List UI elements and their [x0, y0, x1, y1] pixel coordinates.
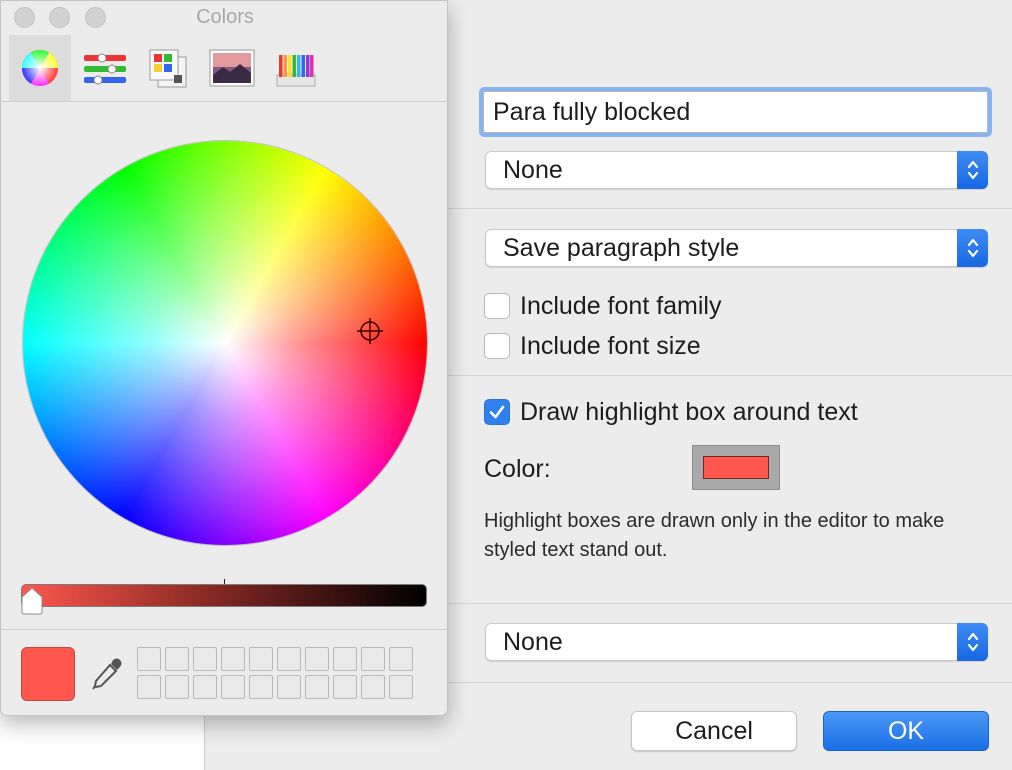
- checkmark-icon: [489, 405, 505, 419]
- custom-swatch-cell[interactable]: [277, 647, 301, 671]
- color-wheel-icon: [21, 49, 59, 87]
- first-popup[interactable]: None: [485, 151, 988, 189]
- custom-swatch-cell[interactable]: [389, 675, 413, 699]
- custom-swatch-cell[interactable]: [389, 647, 413, 671]
- tab-image-palettes[interactable]: [201, 35, 263, 101]
- separator: [448, 603, 1012, 604]
- colors-toolbar: [1, 31, 447, 101]
- help-text: Highlight boxes are drawn only in the ed…: [484, 510, 945, 561]
- separator: [448, 682, 1012, 683]
- custom-swatch-cell[interactable]: [249, 647, 273, 671]
- custom-swatch-cell[interactable]: [193, 647, 217, 671]
- custom-swatch-cell[interactable]: [361, 675, 385, 699]
- pencils-icon: [276, 55, 316, 87]
- custom-swatch-cell[interactable]: [137, 675, 161, 699]
- tab-color-wheel[interactable]: [9, 35, 71, 101]
- last-popup-value: None: [503, 628, 563, 656]
- highlight-color-well[interactable]: [692, 445, 780, 490]
- highlight-color-swatch: [703, 456, 769, 479]
- crosshair-icon[interactable]: [356, 317, 384, 345]
- brightness-slider-knob[interactable]: [20, 587, 44, 615]
- custom-swatch-cell[interactable]: [305, 675, 329, 699]
- first-popup-value: None: [503, 156, 563, 184]
- toolbar-separator: [1, 101, 447, 102]
- draw-highlight-checkbox[interactable]: [484, 399, 510, 425]
- tab-pencils[interactable]: [265, 35, 327, 101]
- brightness-slider[interactable]: [21, 584, 427, 607]
- color-label: Color:: [484, 455, 551, 483]
- panel-title: Colors: [196, 6, 254, 28]
- custom-swatch-cell[interactable]: [165, 647, 189, 671]
- colors-panel: Colors: [0, 0, 448, 716]
- save-style-popup-value: Save paragraph style: [503, 234, 740, 262]
- popup-arrows-icon: [957, 623, 988, 661]
- custom-swatch-cell[interactable]: [361, 647, 385, 671]
- separator: [448, 208, 1012, 209]
- include-font-size-checkbox[interactable]: [484, 333, 510, 359]
- custom-swatch-cell[interactable]: [333, 647, 357, 671]
- include-font-size-row[interactable]: Include font size: [484, 331, 701, 361]
- custom-swatch-cell[interactable]: [221, 647, 245, 671]
- custom-swatch-cell[interactable]: [249, 675, 273, 699]
- custom-swatch-grid: [137, 647, 413, 699]
- tab-color-palettes[interactable]: [136, 35, 198, 101]
- style-name-input[interactable]: [483, 91, 988, 133]
- include-font-family-row[interactable]: Include font family: [484, 291, 722, 321]
- ok-button[interactable]: OK: [823, 711, 989, 751]
- custom-swatch-cell[interactable]: [305, 647, 329, 671]
- last-popup[interactable]: None: [485, 623, 988, 661]
- tab-color-sliders[interactable]: [74, 35, 136, 101]
- draw-highlight-label: Draw highlight box around text: [520, 397, 858, 426]
- draw-highlight-row[interactable]: Draw highlight box around text: [484, 397, 858, 427]
- custom-swatch-cell[interactable]: [221, 675, 245, 699]
- current-color-swatch[interactable]: [21, 647, 75, 701]
- eyedropper-icon[interactable]: [89, 656, 125, 692]
- popup-arrows-icon: [957, 229, 988, 267]
- include-font-family-label: Include font family: [520, 291, 722, 320]
- include-font-family-checkbox[interactable]: [484, 293, 510, 319]
- cancel-button[interactable]: Cancel: [631, 711, 797, 751]
- custom-swatch-cell[interactable]: [137, 647, 161, 671]
- color-palettes-icon: [149, 49, 187, 88]
- include-font-size-label: Include font size: [520, 331, 701, 360]
- custom-swatch-cell[interactable]: [277, 675, 301, 699]
- custom-swatch-cell[interactable]: [193, 675, 217, 699]
- color-sliders-icon: [84, 53, 126, 85]
- panel-bottom-separator: [1, 629, 447, 630]
- popup-arrows-icon: [957, 151, 988, 189]
- image-palettes-icon: [209, 49, 255, 87]
- separator: [448, 375, 1012, 376]
- save-style-popup[interactable]: Save paragraph style: [485, 229, 988, 267]
- custom-swatch-cell[interactable]: [165, 675, 189, 699]
- custom-swatch-cell[interactable]: [333, 675, 357, 699]
